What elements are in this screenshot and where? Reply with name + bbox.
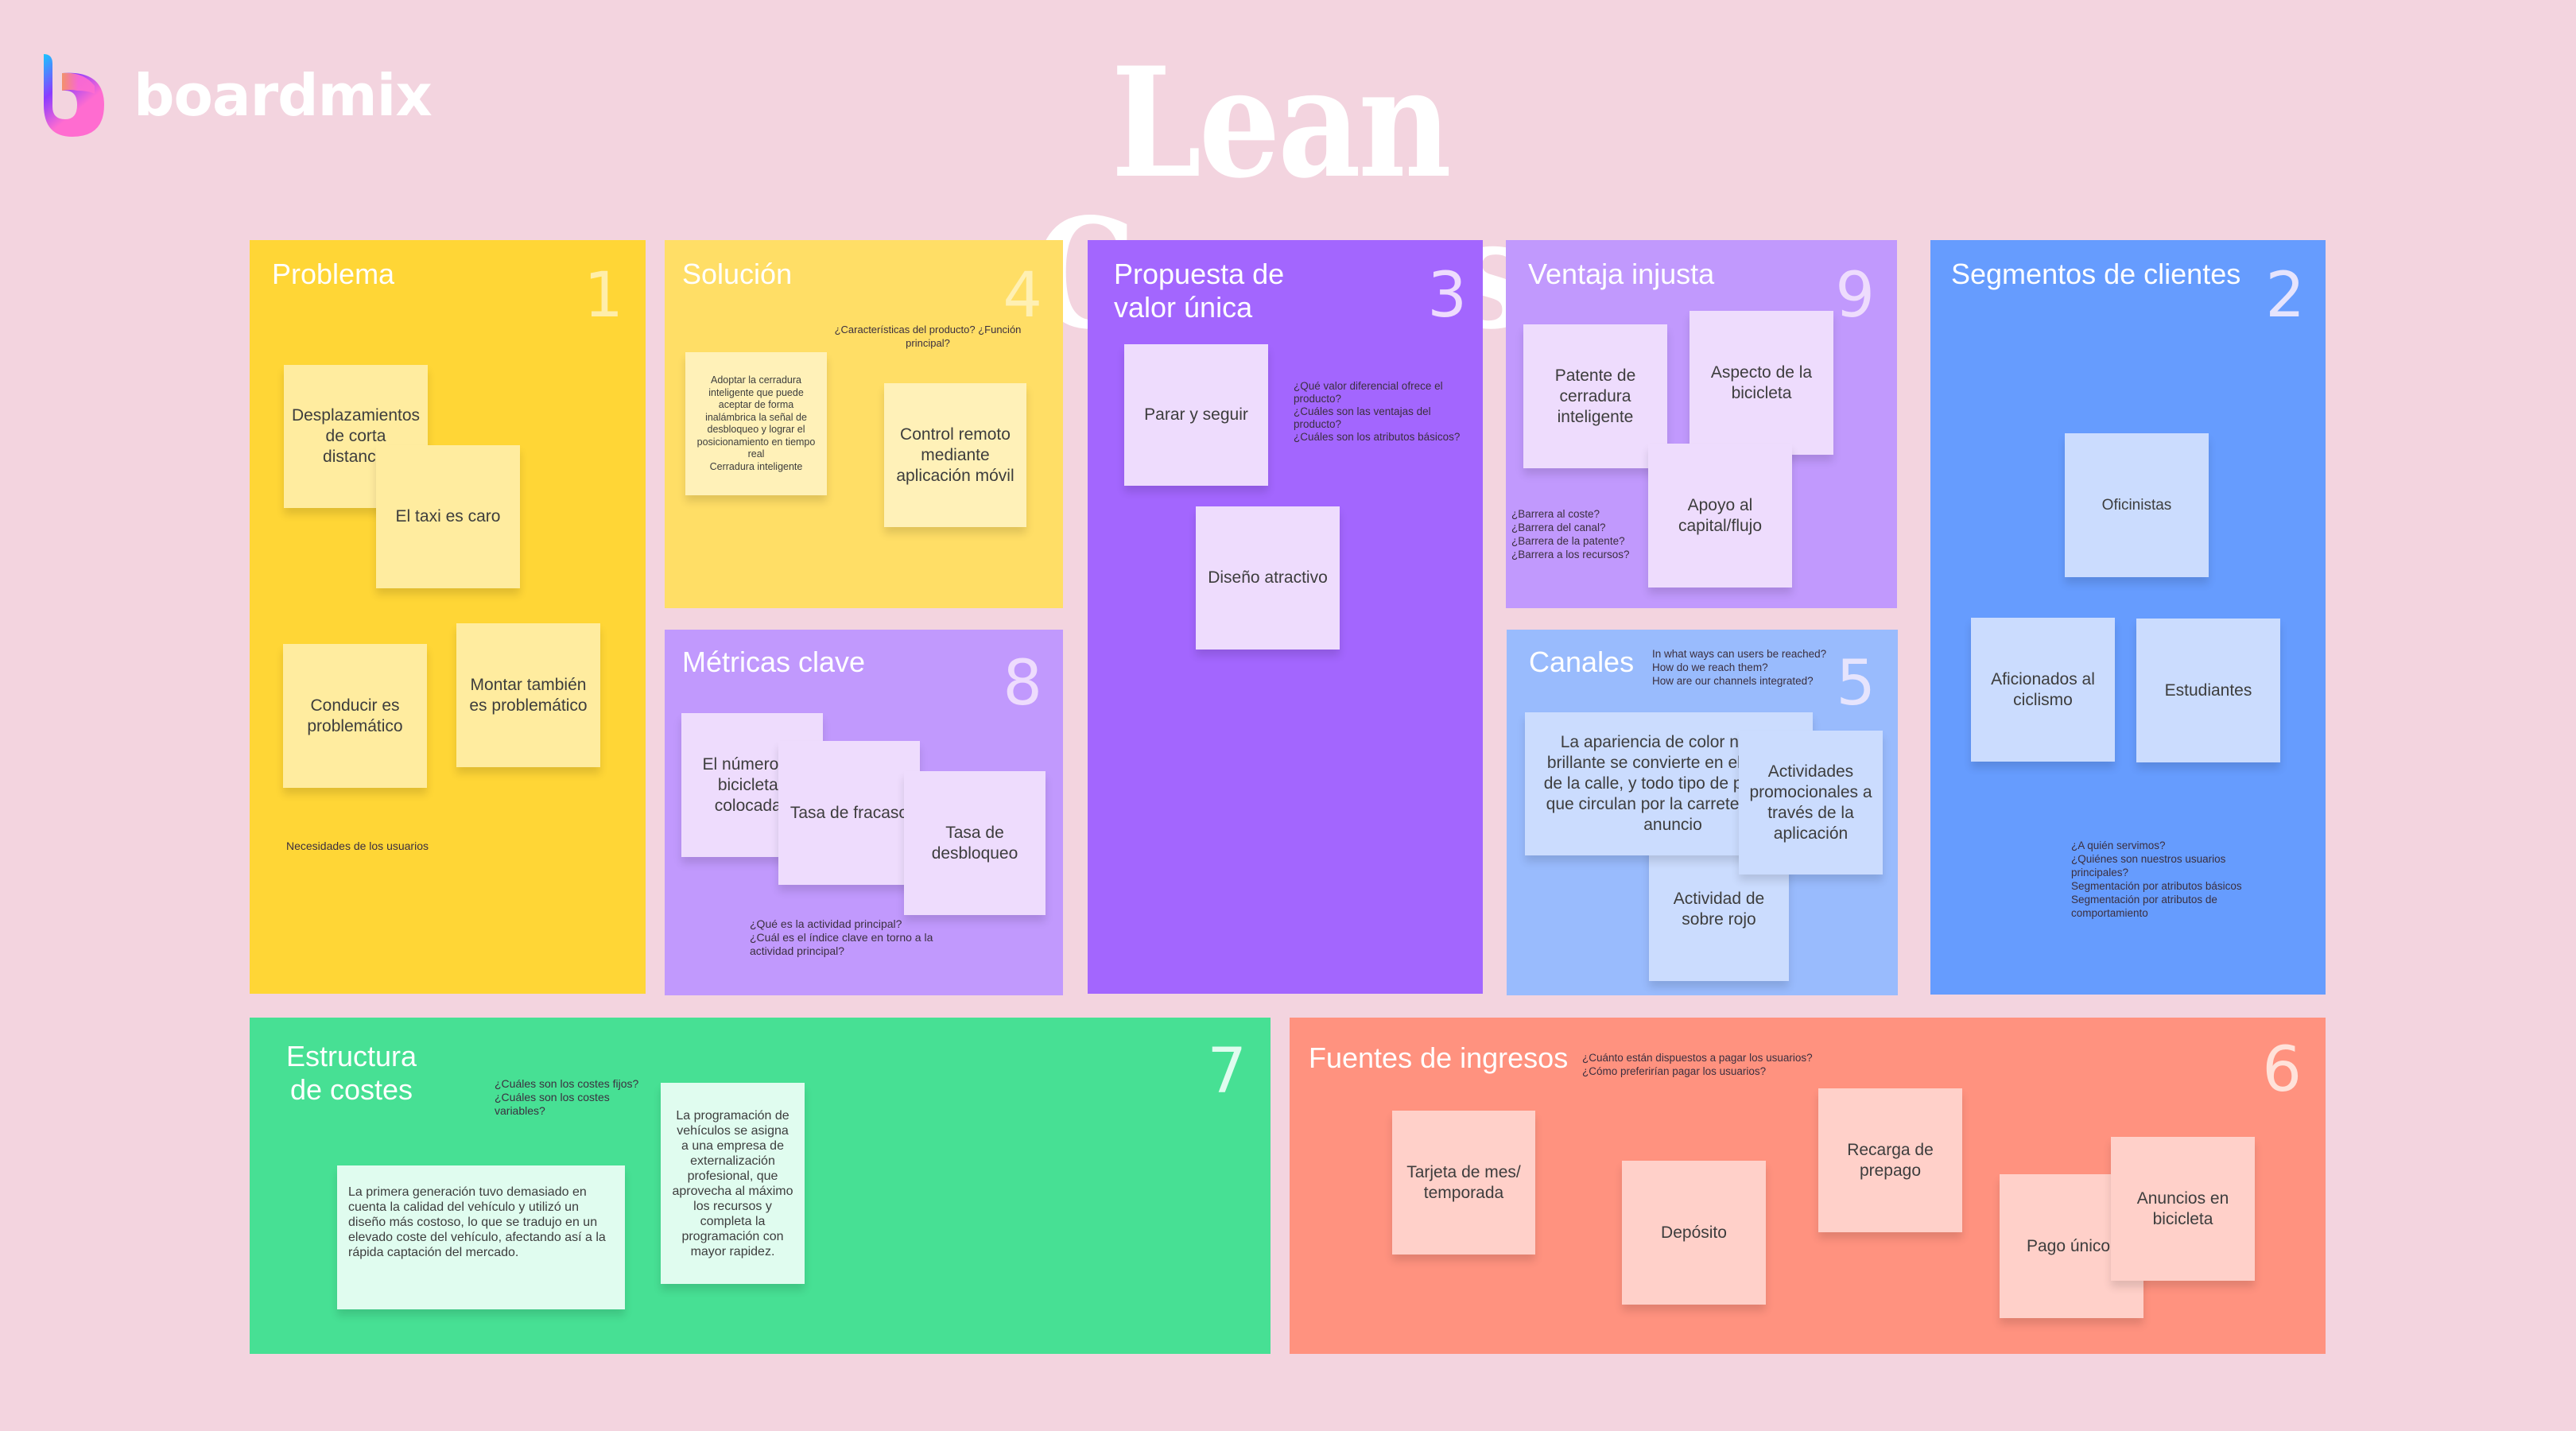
note-text: Aspecto de la bicicleta (1710, 363, 1813, 402)
panel-number: 3 (1427, 260, 1467, 332)
note-text: Anuncios en bicicleta (2136, 1189, 2229, 1228)
note-text: Actividad de sobre rojo (1673, 889, 1765, 929)
sticky-note[interactable]: Apoyo al capital/flujo (1648, 444, 1792, 588)
note-text: Montar también es problemático (469, 675, 588, 715)
note-text: Patente de cerradura inteligente (1554, 366, 1636, 426)
panel-hint: ¿Cuáles son los costes fijos? ¿Cuáles so… (495, 1077, 639, 1117)
sticky-note[interactable]: La primera generación tuvo demasiado en … (337, 1165, 625, 1309)
panel-number: 1 (584, 260, 623, 332)
sticky-note[interactable]: Conducir es problemático (283, 644, 427, 788)
sticky-note[interactable]: Oficinistas (2065, 433, 2209, 577)
sticky-note[interactable]: Montar también es problemático (456, 623, 600, 767)
note-text: Actividades promocionales a través de la… (1749, 762, 1872, 843)
panel-number: 9 (1835, 260, 1875, 332)
note-text: Conducir es problemático (307, 696, 403, 735)
note-text: La primera generación tuvo demasiado en … (348, 1185, 606, 1259)
sticky-note[interactable]: Tasa de fracaso (778, 741, 920, 885)
panel-number: 8 (1003, 648, 1042, 719)
sticky-note[interactable]: El taxi es caro (376, 445, 520, 588)
panel-title: Ventaja injusta (1528, 258, 1715, 290)
note-text: Diseño atractivo (1208, 568, 1328, 587)
panel-title: Estructura de costes (285, 1040, 417, 1106)
panel-hint: In what ways can users be reached? How d… (1652, 648, 1827, 687)
sticky-note[interactable]: Patente de cerradura inteligente (1523, 324, 1667, 468)
panel-number: 2 (2265, 260, 2305, 332)
sticky-note[interactable]: Diseño atractivo (1196, 506, 1340, 650)
panel-hint: ¿Cuánto están dispuestos a pagar los usu… (1582, 1052, 1813, 1077)
panel-title: Solución (682, 258, 793, 290)
panel-title: Canales (1529, 646, 1635, 678)
note-text: Tasa de desbloqueo (931, 823, 1018, 863)
panel-hint: ¿Características del producto? ¿Función … (834, 324, 1022, 349)
panel-title: Propuesta de valor única (1114, 258, 1285, 324)
panel-number: 6 (2262, 1034, 2302, 1106)
sticky-note[interactable]: Estudiantes (2136, 619, 2280, 762)
sticky-note[interactable]: Recarga de prepago (1818, 1088, 1962, 1232)
panel-hint: ¿A quién servimos? ¿Quiénes son nuestros… (2071, 840, 2242, 919)
brand-name: boardmix (134, 62, 433, 129)
note-text: Pago único (2027, 1236, 2111, 1255)
sticky-note[interactable]: Tasa de desbloqueo (904, 771, 1046, 915)
note-text: Adoptar la cerradura inteligente que pue… (696, 374, 816, 472)
note-text: Estudiantes (2164, 681, 2252, 700)
panel-number: 5 (1836, 648, 1876, 719)
sticky-note[interactable]: Adoptar la cerradura inteligente que pue… (685, 352, 827, 495)
sticky-note[interactable]: La programación de vehículos se asigna a… (661, 1083, 805, 1284)
note-text: Parar y seguir (1144, 405, 1248, 424)
note-text: Oficinistas (2101, 496, 2172, 514)
note-text: Depósito (1661, 1223, 1727, 1242)
panel-title: Métricas clave (682, 646, 866, 678)
sticky-note[interactable]: Actividades promocionales a través de la… (1739, 731, 1883, 874)
note-text: Recarga de prepago (1847, 1140, 1934, 1180)
panel-title: Segmentos de clientes (1951, 258, 2241, 290)
note-text: Apoyo al capital/flujo (1678, 495, 1763, 535)
panel-hint: Necesidades de los usuarios (286, 840, 429, 852)
panel-number: 4 (1003, 260, 1042, 332)
note-text: Aficionados al ciclismo (1991, 669, 2095, 709)
panel-problema: Problema 1 Necesidades de los usuarios (250, 240, 646, 994)
note-text: Tarjeta de mes/ temporada (1406, 1162, 1521, 1202)
note-text: Tasa de fracaso (789, 803, 909, 822)
boardmix-logo-icon (42, 54, 106, 137)
panel-hint: ¿Qué es la actividad principal? ¿Cuál es… (750, 917, 933, 957)
panel-hint: ¿Barrera al coste? ¿Barrera del canal? ¿… (1511, 508, 1630, 560)
note-text: La programación de vehículos se asigna a… (672, 1108, 793, 1258)
sticky-note[interactable]: Tarjeta de mes/ temporada (1392, 1111, 1535, 1255)
sticky-note[interactable]: Control remoto mediante aplicación móvil (884, 383, 1026, 527)
panel-number: 7 (1207, 1036, 1247, 1107)
panel-title: Problema (272, 258, 395, 290)
note-text: El taxi es caro (395, 507, 501, 525)
note-text: Control remoto mediante aplicación móvil (896, 425, 1014, 485)
sticky-note[interactable]: Aficionados al ciclismo (1971, 618, 2115, 762)
panel-title: Fuentes de ingresos (1309, 1041, 1569, 1074)
sticky-note[interactable]: Anuncios en bicicleta (2111, 1137, 2255, 1281)
sticky-note[interactable]: Parar y seguir (1124, 344, 1268, 486)
panel-hint: ¿Qué valor diferencial ofrece el product… (1294, 380, 1461, 443)
sticky-note[interactable]: Aspecto de la bicicleta (1690, 311, 1833, 455)
sticky-note[interactable]: Depósito (1622, 1161, 1766, 1305)
